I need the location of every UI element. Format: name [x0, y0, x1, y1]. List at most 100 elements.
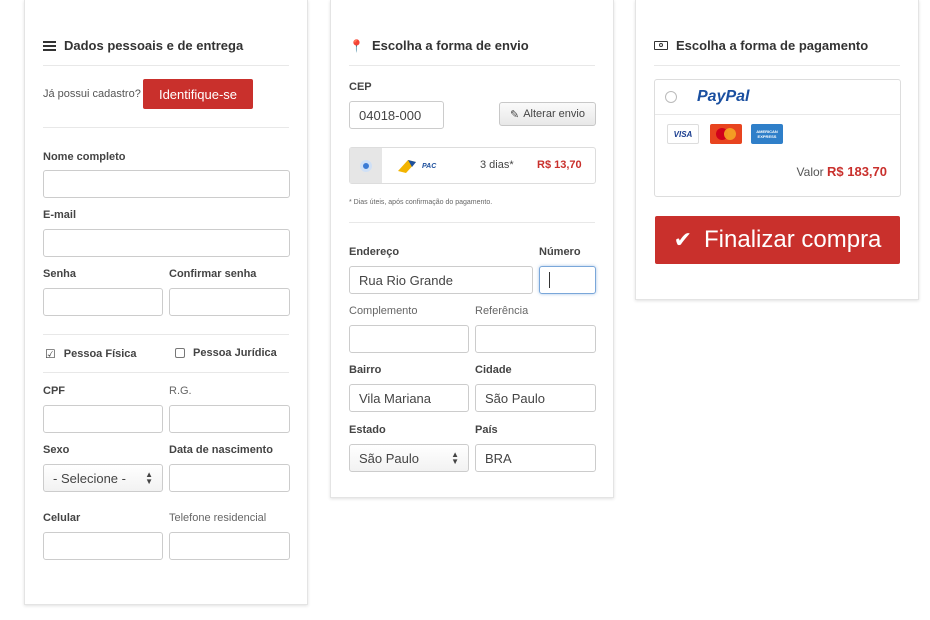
personal-section-title: Dados pessoais e de entrega	[43, 38, 243, 53]
sex-select-value: - Selecione -	[53, 470, 126, 486]
radio-unselected-icon	[665, 91, 677, 103]
select-arrows-icon: ▲ ▼	[451, 450, 459, 466]
email-input[interactable]	[43, 229, 290, 257]
cep-value: 04018-000	[359, 107, 422, 123]
payment-panel: Escolha a forma de pagamento PayPal VISA…	[635, 0, 919, 300]
pac-text: PAC	[422, 162, 437, 170]
divider	[655, 114, 900, 115]
personal-data-panel: Dados pessoais e de entrega Já possui ca…	[24, 0, 308, 605]
city-value: São Paulo	[485, 390, 545, 406]
country-input[interactable]: BRA	[475, 444, 596, 472]
list-icon	[43, 40, 56, 51]
district-value: Vila Mariana	[359, 390, 432, 406]
finalize-purchase-label: Finalizar compra	[704, 226, 882, 253]
home-phone-label: Telefone residencial	[169, 512, 267, 524]
shipping-days: 3 dias*	[480, 159, 514, 171]
divider	[43, 372, 289, 373]
pac-logo: PAC	[396, 157, 436, 175]
select-arrows-icon: ▲ ▼	[145, 470, 153, 486]
mastercard-card-icon	[710, 124, 742, 144]
finalize-purchase-button[interactable]: ✔ Finalizar compra	[655, 216, 900, 264]
address-input[interactable]: Rua Rio Grande	[349, 266, 533, 294]
city-input[interactable]: São Paulo	[475, 384, 596, 412]
change-shipping-label: Alterar envio	[523, 108, 585, 120]
number-input[interactable]	[539, 266, 596, 294]
rg-input[interactable]	[169, 405, 290, 433]
state-label: Estado	[349, 424, 386, 436]
country-label: País	[475, 424, 498, 436]
paypal-option[interactable]: PayPal VISA AMERICAN EXPRESS Valor R$ 18…	[654, 79, 901, 197]
birth-date-input[interactable]	[169, 464, 290, 492]
address-label: Endereço	[349, 246, 400, 258]
cpf-label: CPF	[43, 385, 65, 397]
check-icon: ✔	[673, 227, 693, 252]
already-registered-text: Já possui cadastro?	[43, 88, 141, 100]
shipping-title-text: Escolha a forma de envio	[371, 38, 529, 53]
district-input[interactable]: Vila Mariana	[349, 384, 469, 412]
paypal-logo: PayPal	[697, 88, 750, 105]
checkbox-empty-icon	[175, 348, 185, 358]
number-label: Número	[539, 246, 581, 258]
cpf-input[interactable]	[43, 405, 163, 433]
mobile-label: Celular	[43, 512, 81, 524]
reference-label: Referência	[475, 305, 529, 317]
password-label: Senha	[43, 268, 77, 280]
change-shipping-button[interactable]: ✎ Alterar envio	[499, 102, 596, 126]
shipping-panel: 📍 Escolha a forma de envio CEP 04018-000…	[330, 0, 614, 498]
payment-value-amount: R$ 183,70	[827, 164, 887, 179]
personal-title-text: Dados pessoais e de entrega	[64, 38, 244, 53]
address-value: Rua Rio Grande	[359, 272, 453, 288]
state-select-value: São Paulo	[359, 450, 419, 466]
country-value: BRA	[485, 450, 512, 466]
person-physical-label: Pessoa Física	[63, 348, 137, 360]
mobile-input[interactable]	[43, 532, 163, 560]
payment-value: Valor R$ 183,70	[797, 164, 887, 179]
shipping-price: R$ 13,70	[537, 159, 582, 171]
sex-label: Sexo	[43, 444, 70, 456]
confirm-password-input[interactable]	[169, 288, 290, 316]
reference-input[interactable]	[475, 325, 596, 353]
rg-label: R.G.	[169, 385, 192, 397]
divider	[43, 65, 289, 66]
divider	[349, 65, 595, 66]
shipping-section-title: 📍 Escolha a forma de envio	[349, 38, 529, 53]
cep-label: CEP	[349, 81, 372, 93]
money-icon	[654, 41, 668, 50]
person-legal-checkbox[interactable]: Pessoa Jurídica	[175, 347, 277, 359]
amex-card-icon: AMERICAN EXPRESS	[751, 124, 783, 144]
divider	[349, 222, 595, 223]
divider	[43, 127, 289, 128]
sex-select[interactable]: - Selecione - ▲ ▼	[43, 464, 163, 492]
complement-label: Complemento	[349, 305, 418, 317]
person-physical-checkbox[interactable]: ☑ Pessoa Física	[45, 347, 137, 361]
complement-input[interactable]	[349, 325, 469, 353]
mastercard-circles	[716, 128, 736, 140]
checkbox-checked-icon: ☑	[45, 347, 56, 361]
state-select[interactable]: São Paulo ▲ ▼	[349, 444, 469, 472]
business-days-note: * Dias úteis, após confirmação do pagame…	[349, 199, 493, 206]
paypal-radio[interactable]	[665, 91, 677, 103]
payment-section-title: Escolha a forma de pagamento	[654, 38, 868, 53]
person-legal-label: Pessoa Jurídica	[193, 347, 277, 359]
city-label: Cidade	[475, 364, 512, 376]
pencil-icon: ✎	[510, 108, 520, 121]
payment-value-label: Valor	[796, 165, 824, 179]
divider	[654, 65, 900, 66]
full-name-label: Nome completo	[43, 151, 126, 163]
full-name-input[interactable]	[43, 170, 290, 198]
district-label: Bairro	[349, 364, 382, 376]
identify-button[interactable]: Identifique-se	[143, 79, 253, 109]
pac-logo-icon	[398, 160, 416, 173]
shipping-radio[interactable]	[350, 148, 382, 183]
cep-input[interactable]: 04018-000	[349, 101, 444, 129]
shipping-option-pac[interactable]: PAC 3 dias* R$ 13,70	[349, 147, 596, 184]
radio-selected-icon	[360, 159, 372, 172]
email-label: E-mail	[43, 209, 77, 221]
text-caret	[549, 272, 550, 288]
confirm-password-label: Confirmar senha	[169, 268, 257, 280]
divider	[43, 334, 289, 335]
map-marker-icon: 📍	[349, 38, 364, 53]
home-phone-input[interactable]	[169, 532, 290, 560]
payment-title-text: Escolha a forma de pagamento	[676, 38, 869, 53]
password-input[interactable]	[43, 288, 163, 316]
